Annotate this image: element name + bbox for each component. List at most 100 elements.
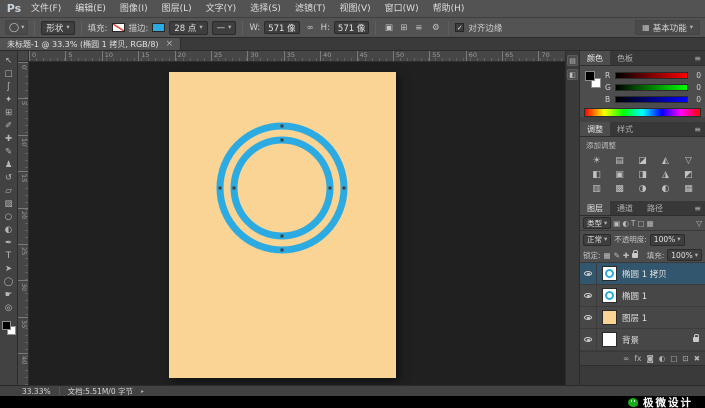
opacity-value[interactable]: 100% ▾ bbox=[649, 233, 685, 246]
panel-menu-icon[interactable]: ≡ bbox=[694, 122, 701, 136]
horizontal-ruler[interactable]: 0 5 10 15 20 25 30 35 40 45 50 55 60 65 70 bbox=[29, 51, 565, 62]
layer-filter-icon[interactable]: ◐ bbox=[622, 219, 629, 228]
lock-option-icon[interactable]: ✚ bbox=[623, 251, 629, 260]
adjustment-icon[interactable]: ◨ bbox=[632, 168, 653, 181]
brush-tool[interactable]: ✎ bbox=[0, 145, 18, 158]
visibility-toggle[interactable] bbox=[580, 285, 597, 306]
layer-filter-icon[interactable]: □ bbox=[638, 219, 645, 228]
panel-tab[interactable]: 图层 bbox=[580, 201, 610, 215]
stroke-color-swatch[interactable] bbox=[152, 23, 166, 32]
layer-row[interactable]: 椭圆 1 拷贝 bbox=[580, 263, 705, 285]
lock-all-icon[interactable] bbox=[632, 249, 639, 258]
layer-filter-icon[interactable]: T bbox=[631, 219, 636, 228]
layers-footer-icon[interactable]: ✖ bbox=[694, 354, 700, 363]
zoom-level[interactable]: 33.33% bbox=[22, 387, 51, 396]
history-brush-tool[interactable]: ↺ bbox=[0, 171, 18, 184]
marquee-tool[interactable]: □ bbox=[0, 67, 18, 80]
slider-track[interactable] bbox=[615, 84, 688, 91]
layer-row[interactable]: 椭圆 1 bbox=[580, 285, 705, 307]
layer-filter-type-select[interactable]: 类型 ▾ bbox=[583, 217, 612, 229]
shape-width-field[interactable]: 571 像 bbox=[264, 21, 300, 34]
path-operation-icon[interactable]: ▣ bbox=[382, 21, 395, 35]
adjustment-icon[interactable]: ◩ bbox=[678, 168, 699, 181]
ruler-origin[interactable] bbox=[18, 51, 29, 62]
layer-filter-icon[interactable]: ▣ bbox=[613, 219, 620, 228]
adjustment-icon[interactable]: ◧ bbox=[586, 168, 607, 181]
adjustment-icon[interactable]: ▥ bbox=[586, 182, 607, 195]
menu-item[interactable]: 选择(S) bbox=[243, 0, 288, 18]
menu-item[interactable]: 文字(Y) bbox=[199, 0, 244, 18]
adjustment-icon[interactable]: ☀ bbox=[586, 154, 607, 167]
panel-menu-icon[interactable]: ≡ bbox=[694, 201, 701, 215]
adjustment-icon[interactable]: ▦ bbox=[678, 182, 699, 195]
color-spectrum[interactable] bbox=[584, 108, 701, 117]
foreground-color-swatch[interactable] bbox=[585, 71, 595, 81]
align-edges-checkbox[interactable]: ✓ bbox=[455, 23, 465, 32]
color-slider[interactable]: G 0 bbox=[605, 83, 701, 92]
menu-item[interactable]: 图层(L) bbox=[155, 0, 199, 18]
layers-footer-icon[interactable]: ∞ bbox=[623, 354, 629, 363]
menu-item[interactable]: 文件(F) bbox=[24, 0, 68, 18]
lasso-tool[interactable]: ʃ bbox=[0, 80, 18, 93]
shape-height-field[interactable]: 571 像 bbox=[333, 21, 370, 34]
menu-item[interactable]: 帮助(H) bbox=[426, 0, 472, 18]
move-tool[interactable]: ↖ bbox=[0, 54, 18, 67]
adjustment-icon[interactable]: ▩ bbox=[609, 182, 630, 195]
fill-value[interactable]: 100% ▾ bbox=[667, 249, 702, 261]
status-popup-icon[interactable]: ▸ bbox=[141, 388, 144, 395]
lock-option-icon[interactable]: ▦ bbox=[604, 251, 611, 260]
layer-thumbnail[interactable] bbox=[602, 332, 617, 347]
menu-item[interactable]: 图像(I) bbox=[113, 0, 155, 18]
fill-color-swatch[interactable] bbox=[111, 23, 125, 32]
visibility-toggle[interactable] bbox=[580, 329, 597, 350]
panel-tab[interactable]: 通道 bbox=[610, 201, 640, 215]
dodge-tool[interactable]: ◐ bbox=[0, 223, 18, 236]
path-selection-tool[interactable]: ➤ bbox=[0, 262, 18, 275]
layers-footer-icon[interactable]: ◙ bbox=[646, 354, 653, 363]
layer-thumbnail[interactable] bbox=[602, 310, 617, 325]
pen-tool[interactable]: ✒ bbox=[0, 236, 18, 249]
eraser-tool[interactable]: ▱ bbox=[0, 184, 18, 197]
visibility-toggle[interactable] bbox=[580, 307, 597, 328]
panel-menu-icon[interactable]: ≡ bbox=[694, 51, 701, 65]
stroke-style-select[interactable]: — ▾ bbox=[211, 20, 237, 35]
zoom-tool[interactable]: ◎ bbox=[0, 301, 18, 314]
layers-footer-icon[interactable]: ◐ bbox=[659, 354, 666, 363]
collapsed-panel-icon[interactable]: ◧ bbox=[567, 69, 578, 80]
canvas-viewport[interactable] bbox=[29, 62, 565, 385]
stroke-width-select[interactable]: 28 点 ▾ bbox=[169, 20, 208, 35]
menu-item[interactable]: 滤镜(T) bbox=[288, 0, 333, 18]
layer-thumbnail[interactable] bbox=[602, 266, 617, 281]
blur-tool[interactable]: ○ bbox=[0, 210, 18, 223]
menu-item[interactable]: 窗口(W) bbox=[378, 0, 426, 18]
workspace-switcher[interactable]: ▦ 基本功能 ▾ bbox=[635, 20, 700, 35]
panel-tab[interactable]: 色板 bbox=[610, 51, 640, 65]
layer-row[interactable]: 图层 1 bbox=[580, 307, 705, 329]
quick-selection-tool[interactable]: ✦ bbox=[0, 93, 18, 106]
color-slider[interactable]: R 0 bbox=[605, 71, 701, 80]
panel-tab[interactable]: 样式 bbox=[610, 122, 640, 136]
panel-tab[interactable]: 调整 bbox=[580, 122, 610, 136]
hand-tool[interactable]: ☛ bbox=[0, 288, 18, 301]
panel-tab[interactable]: 颜色 bbox=[580, 51, 610, 65]
adjustment-icon[interactable]: ◮ bbox=[655, 168, 676, 181]
collapsed-panel-icon[interactable]: ▤ bbox=[567, 55, 578, 66]
layer-row[interactable]: 背景 bbox=[580, 329, 705, 351]
layer-filter-icon[interactable]: ▦ bbox=[647, 219, 654, 228]
tool-preset-dropdown[interactable]: ◯ ▾ bbox=[5, 20, 29, 35]
path-operation-icon[interactable]: ⊞ bbox=[397, 21, 410, 35]
eyedropper-tool[interactable]: ✐ bbox=[0, 119, 18, 132]
type-tool[interactable]: T bbox=[0, 249, 18, 262]
lock-option-icon[interactable]: ✎ bbox=[614, 251, 620, 260]
foreground-color-swatch[interactable] bbox=[1, 321, 11, 330]
menu-item[interactable]: 编辑(E) bbox=[68, 0, 113, 18]
gear-icon[interactable]: ⚙ bbox=[429, 21, 442, 35]
healing-brush-tool[interactable]: ✚ bbox=[0, 132, 18, 145]
filter-toggle-icon[interactable]: ▽ bbox=[696, 219, 702, 228]
tab-close-icon[interactable]: × bbox=[166, 39, 174, 49]
menu-item[interactable]: 视图(V) bbox=[332, 0, 377, 18]
adjustment-icon[interactable]: ◐ bbox=[655, 182, 676, 195]
adjustment-icon[interactable]: ◑ bbox=[632, 182, 653, 195]
vertical-ruler[interactable]: 0 5 10 15 20 25 30 35 40 bbox=[18, 62, 29, 385]
document-tab[interactable]: 未标题-1 @ 33.3% (椭圆 1 拷贝, RGB/8) × bbox=[0, 38, 182, 50]
